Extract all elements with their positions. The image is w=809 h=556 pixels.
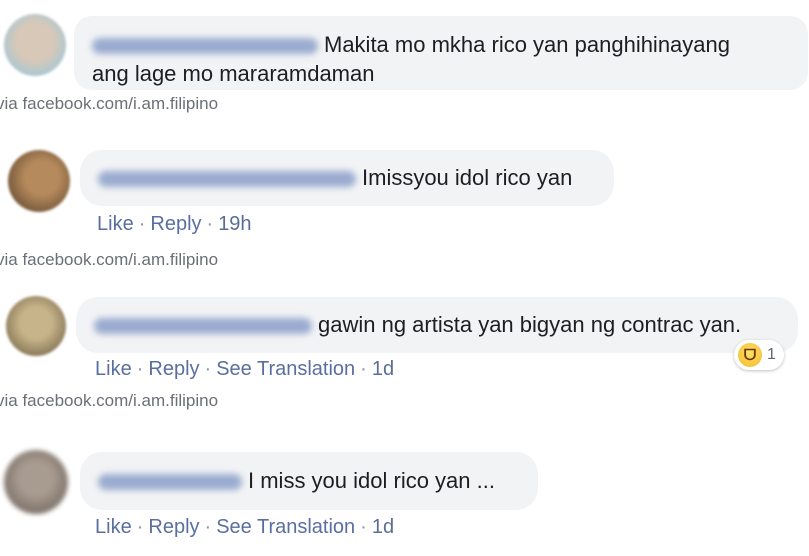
separator-dot: · xyxy=(206,213,214,235)
timestamp[interactable]: 1d xyxy=(372,516,394,538)
separator-dot: · xyxy=(204,516,212,538)
comment-bubble: Makita mo mkha rico yan panghihinayang a… xyxy=(74,16,808,90)
avatar[interactable] xyxy=(4,14,66,76)
comment-text: I miss you idol rico yan ... xyxy=(248,468,495,493)
comment-bubble: I miss you idol rico yan ... xyxy=(80,452,538,510)
separator-dot: · xyxy=(204,358,212,380)
source-caption: via facebook.com/i.am.filipino xyxy=(0,250,219,269)
separator-dot: · xyxy=(360,516,367,538)
reaction-badge[interactable]: ᗜ1 xyxy=(734,340,784,370)
haha-emoji-icon: ᗜ xyxy=(738,343,762,367)
comment-actions: Like · Reply · See Translation · 1d xyxy=(95,516,394,539)
comment-bubble: gawin ng artista yan bigyan ng contrac y… xyxy=(76,297,798,353)
comment-actions: Like · Reply · 19h xyxy=(97,213,252,236)
reply-link[interactable]: Reply xyxy=(148,358,199,380)
reaction-count: 1 xyxy=(767,346,776,363)
like-link[interactable]: Like xyxy=(95,516,132,538)
timestamp[interactable]: 19h xyxy=(218,213,251,235)
see-translation-link[interactable]: See Translation xyxy=(216,516,355,538)
avatar[interactable] xyxy=(8,150,70,212)
comment-actions: Like · Reply · See Translation · 1d xyxy=(95,358,394,381)
like-link[interactable]: Like xyxy=(95,358,132,380)
commenter-name[interactable] xyxy=(98,171,356,188)
commenter-name[interactable] xyxy=(92,38,318,55)
reply-link[interactable]: Reply xyxy=(148,516,199,538)
separator-dot: · xyxy=(138,213,146,235)
commenter-name[interactable] xyxy=(94,318,312,335)
comment-text: Imissyou idol rico yan xyxy=(362,165,573,190)
separator-dot: · xyxy=(136,516,144,538)
source-caption: via facebook.com/i.am.filipino xyxy=(0,391,219,410)
comment-text: Makita mo mkha rico yan panghihinayang xyxy=(324,32,731,57)
reply-link[interactable]: Reply xyxy=(150,213,201,235)
source-caption: via facebook.com/i.am.filipino xyxy=(0,94,219,113)
comment-bubble: Imissyou idol rico yan xyxy=(80,150,614,206)
commenter-name[interactable] xyxy=(98,474,242,491)
comment-text-continued: ang lage mo mararamdaman xyxy=(92,61,375,86)
like-link[interactable]: Like xyxy=(97,213,134,235)
separator-dot: · xyxy=(136,358,144,380)
see-translation-link[interactable]: See Translation xyxy=(216,358,355,380)
avatar[interactable] xyxy=(4,450,68,514)
avatar[interactable] xyxy=(6,296,66,356)
comment-text: gawin ng artista yan bigyan ng contrac y… xyxy=(318,312,742,337)
timestamp[interactable]: 1d xyxy=(372,358,394,380)
separator-dot: · xyxy=(360,358,367,380)
